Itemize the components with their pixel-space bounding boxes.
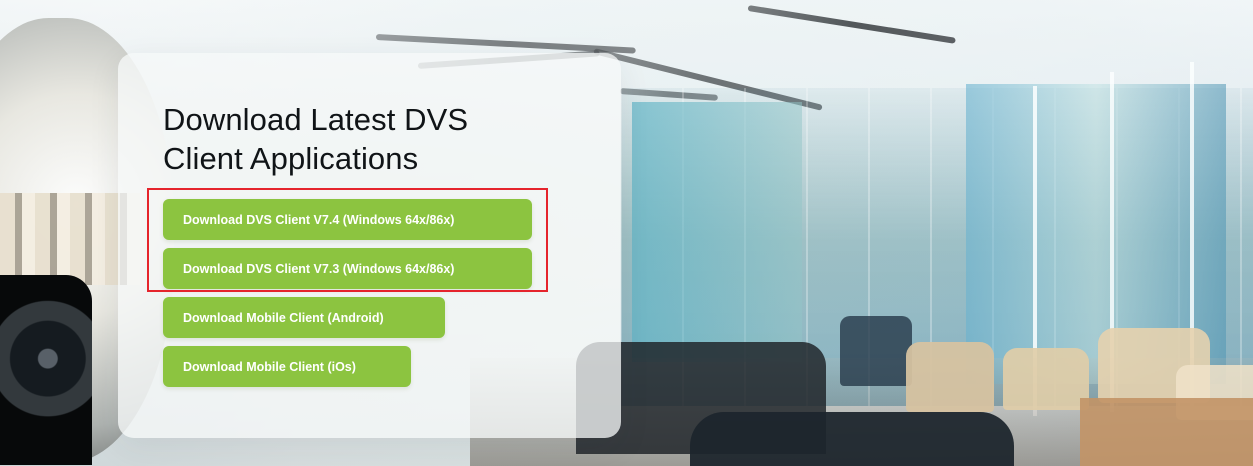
chair xyxy=(1098,328,1210,403)
glass-wall-highlight xyxy=(966,84,1226,384)
page-title: Download Latest DVS Client Applications xyxy=(163,102,469,176)
chair xyxy=(1003,348,1089,410)
glass-wall-highlight xyxy=(632,102,802,362)
window-frame xyxy=(1190,62,1194,416)
window-frame xyxy=(1033,86,1037,416)
side-table xyxy=(1080,398,1253,466)
window-frame xyxy=(1110,72,1114,412)
download-dvs-client-v7-3-button[interactable]: Download DVS Client V7.3 (Windows 64x/86… xyxy=(163,248,532,289)
ceiling-light xyxy=(593,48,823,111)
ceiling-light xyxy=(619,88,718,101)
camera-lens xyxy=(0,275,92,465)
download-android-client-button[interactable]: Download Mobile Client (Android) xyxy=(163,297,445,338)
download-dvs-client-v7-4-button[interactable]: Download DVS Client V7.4 (Windows 64x/86… xyxy=(163,199,532,240)
download-button-list: Download DVS Client V7.4 (Windows 64x/86… xyxy=(163,199,543,395)
chair xyxy=(906,342,994,412)
glass-wall xyxy=(620,88,1253,406)
dark-sofa xyxy=(690,412,1014,466)
chair xyxy=(840,316,912,386)
ceiling-light xyxy=(747,5,956,44)
download-hero: Download Latest DVS Client Applications … xyxy=(0,0,1253,466)
chair xyxy=(1176,365,1253,420)
download-ios-client-button[interactable]: Download Mobile Client (iOs) xyxy=(163,346,411,387)
